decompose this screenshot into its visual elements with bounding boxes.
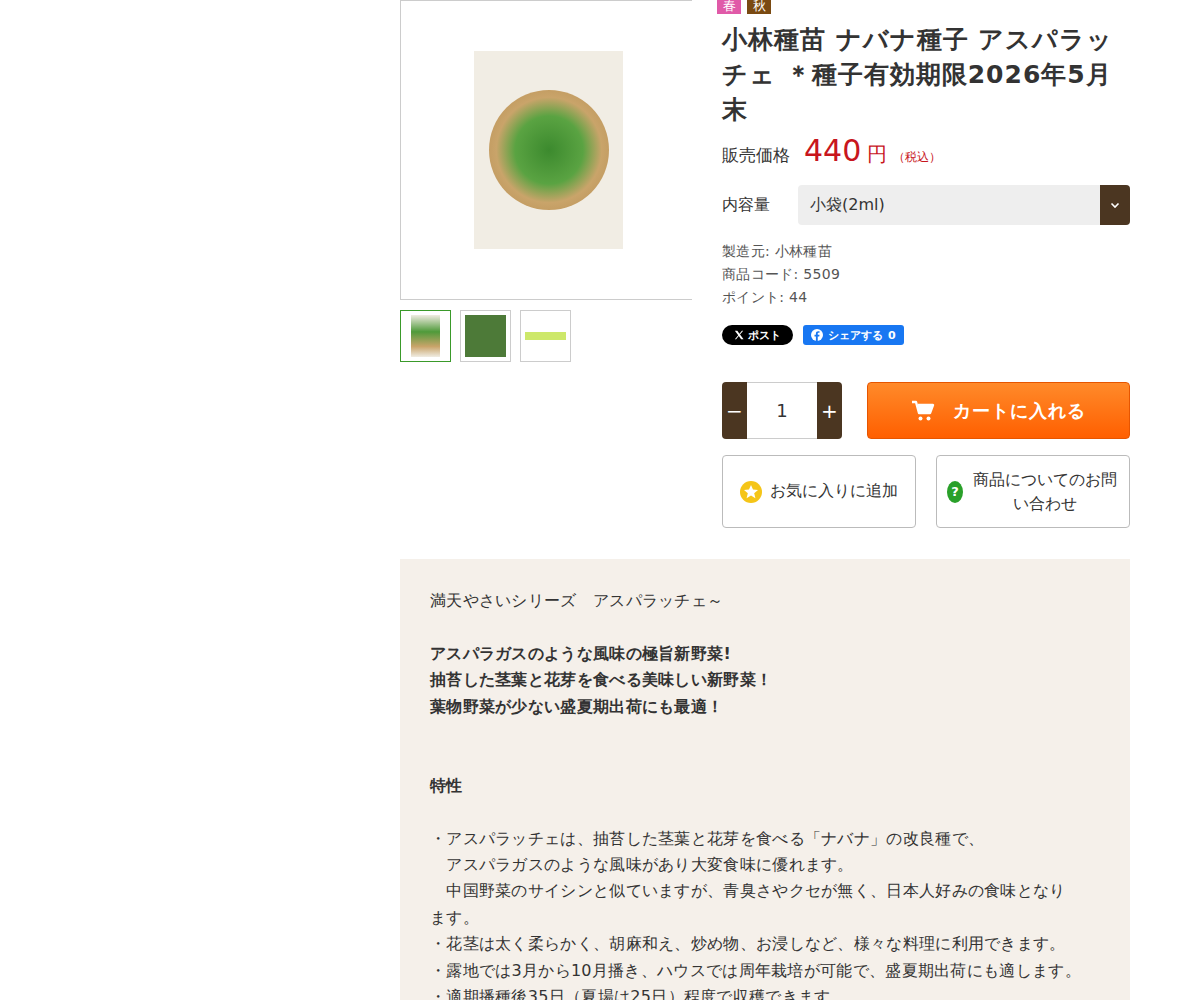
cart-icon bbox=[911, 400, 935, 422]
variant-row: 内容量 小袋(2ml) bbox=[722, 185, 1130, 225]
facebook-share-button[interactable]: シェアする 0 bbox=[803, 325, 904, 345]
season-tag: 秋 bbox=[747, 0, 771, 14]
x-post-button[interactable]: ポスト bbox=[722, 325, 793, 345]
quantity-plus-button[interactable]: + bbox=[817, 382, 842, 439]
description-panel: 満天やさいシリーズ アスパラッチェ～ アスパラガスのような風味の極旨新野菜!抽苔し… bbox=[400, 559, 1130, 1000]
add-to-cart-label: カートに入れる bbox=[953, 399, 1086, 423]
season-tags: 春秋 bbox=[717, 0, 1130, 14]
quantity-input[interactable]: 1 bbox=[747, 382, 817, 439]
favorite-button[interactable]: お気に入りに追加 bbox=[722, 455, 916, 528]
season-tag: 春 bbox=[717, 0, 741, 14]
inquiry-button[interactable]: ? 商品についてのお問い合わせ bbox=[936, 455, 1130, 528]
description-line: 抽苔した茎葉と花芽を食べる美味しい新野菜！ bbox=[430, 667, 1110, 693]
description-spacer bbox=[430, 746, 1110, 772]
question-icon: ? bbox=[947, 481, 963, 503]
star-icon bbox=[740, 481, 762, 503]
product-info: 春秋 小林種苗 ナバナ種子 アスパラッチェ ＊種子有効期限2026年5月末 販売… bbox=[722, 0, 1130, 528]
price-label: 販売価格 bbox=[722, 144, 790, 167]
product-photo bbox=[474, 51, 623, 249]
description-spacer bbox=[430, 799, 1110, 825]
price: 440 bbox=[804, 133, 861, 168]
meta-line: 商品コード: 5509 bbox=[722, 263, 1130, 286]
variant-select[interactable]: 小袋(2ml) bbox=[798, 185, 1130, 225]
description-line: 特性 bbox=[430, 773, 1110, 799]
description-line: 葉物野菜が少ない盛夏期出荷にも最適！ bbox=[430, 694, 1110, 720]
thumbnail-image bbox=[525, 315, 566, 357]
meta-line: 製造元: 小林種苗 bbox=[722, 240, 1130, 263]
description-line: 満天やさいシリーズ アスパラッチェ～ bbox=[430, 588, 1110, 614]
photo-greens bbox=[489, 90, 609, 210]
price-row: 販売価格 440 円 （税込） bbox=[722, 133, 1130, 169]
thumbnail-image bbox=[411, 315, 440, 357]
favorite-label: お気に入りに追加 bbox=[770, 481, 898, 502]
meta-line: ポイント: 44 bbox=[722, 286, 1130, 309]
thumbnail[interactable] bbox=[400, 310, 451, 362]
description-spacer bbox=[430, 614, 1110, 640]
quantity-minus-button[interactable]: − bbox=[722, 382, 747, 439]
x-logo-icon bbox=[734, 330, 744, 340]
description-spacer bbox=[430, 720, 1110, 746]
thumbnail[interactable] bbox=[460, 310, 511, 362]
description-line: ・アスパラッチェは、抽苔した茎葉と花芽を食べる「ナバナ」の改良種で、 bbox=[430, 826, 1110, 852]
description-line: ・適期播種後35日（夏場は25日）程度で収穫できます。 bbox=[430, 984, 1110, 1000]
description-line: ます。 bbox=[430, 905, 1110, 931]
x-post-label: ポスト bbox=[748, 328, 781, 343]
gallery bbox=[400, 0, 692, 528]
currency: 円 bbox=[867, 141, 887, 168]
thumbnail-list bbox=[400, 310, 692, 362]
inquiry-label: 商品についてのお問い合わせ bbox=[971, 468, 1119, 516]
quantity-stepper: − 1 + bbox=[722, 382, 842, 439]
facebook-share-label: シェアする bbox=[828, 328, 883, 343]
thumbnail[interactable] bbox=[520, 310, 571, 362]
purchase-row: − 1 + カートに入れる bbox=[722, 382, 1130, 439]
variant-label: 内容量 bbox=[722, 195, 798, 216]
social-buttons: ポスト シェアする 0 bbox=[722, 325, 1130, 345]
description-line: 中国野菜のサイシンと似ていますが、青臭さやクセが無く、日本人好みの食味となり bbox=[430, 878, 1110, 904]
add-to-cart-button[interactable]: カートに入れる bbox=[867, 382, 1130, 439]
description-line: ・花茎は太く柔らかく、胡麻和え、炒め物、お浸しなど、様々な料理に利用できます。 bbox=[430, 931, 1110, 957]
tax-note: （税込） bbox=[893, 149, 941, 166]
chevron-down-icon bbox=[1109, 199, 1121, 211]
product-title: 小林種苗 ナバナ種子 アスパラッチェ ＊種子有効期限2026年5月末 bbox=[722, 22, 1130, 127]
product-container: 春秋 小林種苗 ナバナ種子 アスパラッチェ ＊種子有効期限2026年5月末 販売… bbox=[400, 0, 1130, 1000]
product-top: 春秋 小林種苗 ナバナ種子 アスパラッチェ ＊種子有効期限2026年5月末 販売… bbox=[400, 0, 1130, 528]
description-line: ・露地では3月から10月播き、ハウスでは周年栽培が可能で、盛夏期出荷にも適します… bbox=[430, 958, 1110, 984]
select-value: 小袋(2ml) bbox=[798, 185, 1100, 225]
description-line: アスパラガスのような風味の極旨新野菜! bbox=[430, 641, 1110, 667]
product-page: 春秋 小林種苗 ナバナ種子 アスパラッチェ ＊種子有効期限2026年5月末 販売… bbox=[0, 0, 1200, 1000]
secondary-actions: お気に入りに追加 ? 商品についてのお問い合わせ bbox=[722, 455, 1130, 528]
main-image-frame[interactable] bbox=[400, 0, 692, 300]
thumbnail-image bbox=[465, 315, 506, 357]
description-line: アスパラガスのような風味があり大変食味に優れます。 bbox=[430, 852, 1110, 878]
facebook-logo-icon bbox=[811, 329, 823, 341]
select-arrow bbox=[1100, 185, 1130, 225]
product-meta: 製造元: 小林種苗商品コード: 5509ポイント: 44 bbox=[722, 240, 1130, 309]
facebook-share-count: 0 bbox=[888, 329, 896, 342]
